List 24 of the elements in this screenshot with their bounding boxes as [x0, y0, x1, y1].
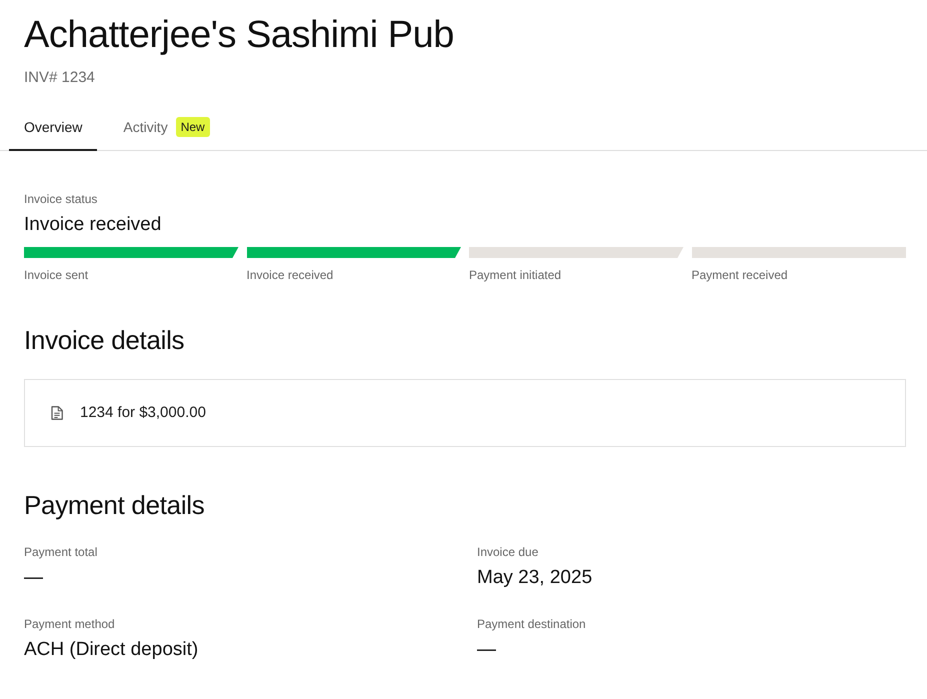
- tab[interactable]: Activity New: [108, 105, 225, 151]
- status-label: Invoice status: [24, 191, 98, 207]
- invoice-number: INV# 1234: [24, 68, 96, 88]
- page-title: Achatterjee's Sashimi Pub: [24, 13, 455, 58]
- field-label: Invoice due: [477, 544, 538, 560]
- field-label: Payment method: [24, 616, 115, 632]
- step-label: Invoice received: [246, 268, 334, 282]
- field-value: May 23, 2025: [477, 566, 592, 590]
- field-value: ACH (Direct deposit): [24, 638, 198, 662]
- field-value: —: [477, 638, 496, 662]
- invoice-summary: 1234 for $3,000.00: [80, 403, 206, 423]
- invoice-card[interactable]: 1234 for $3,000.00: [24, 379, 906, 447]
- section-heading: Payment details: [24, 489, 206, 521]
- field-label: Payment destination: [477, 616, 586, 632]
- field-label: Payment total: [24, 544, 98, 560]
- field-value: —: [24, 566, 43, 590]
- document-icon: [51, 406, 63, 420]
- step-label: Invoice sent: [24, 268, 88, 282]
- status-value: Invoice received: [24, 213, 162, 237]
- step-label: Payment initiated: [469, 268, 562, 282]
- new-badge: New: [176, 117, 210, 137]
- step-label: Payment received: [692, 268, 788, 282]
- section-heading: Invoice details: [24, 324, 186, 356]
- tab[interactable]: Overview: [9, 105, 98, 151]
